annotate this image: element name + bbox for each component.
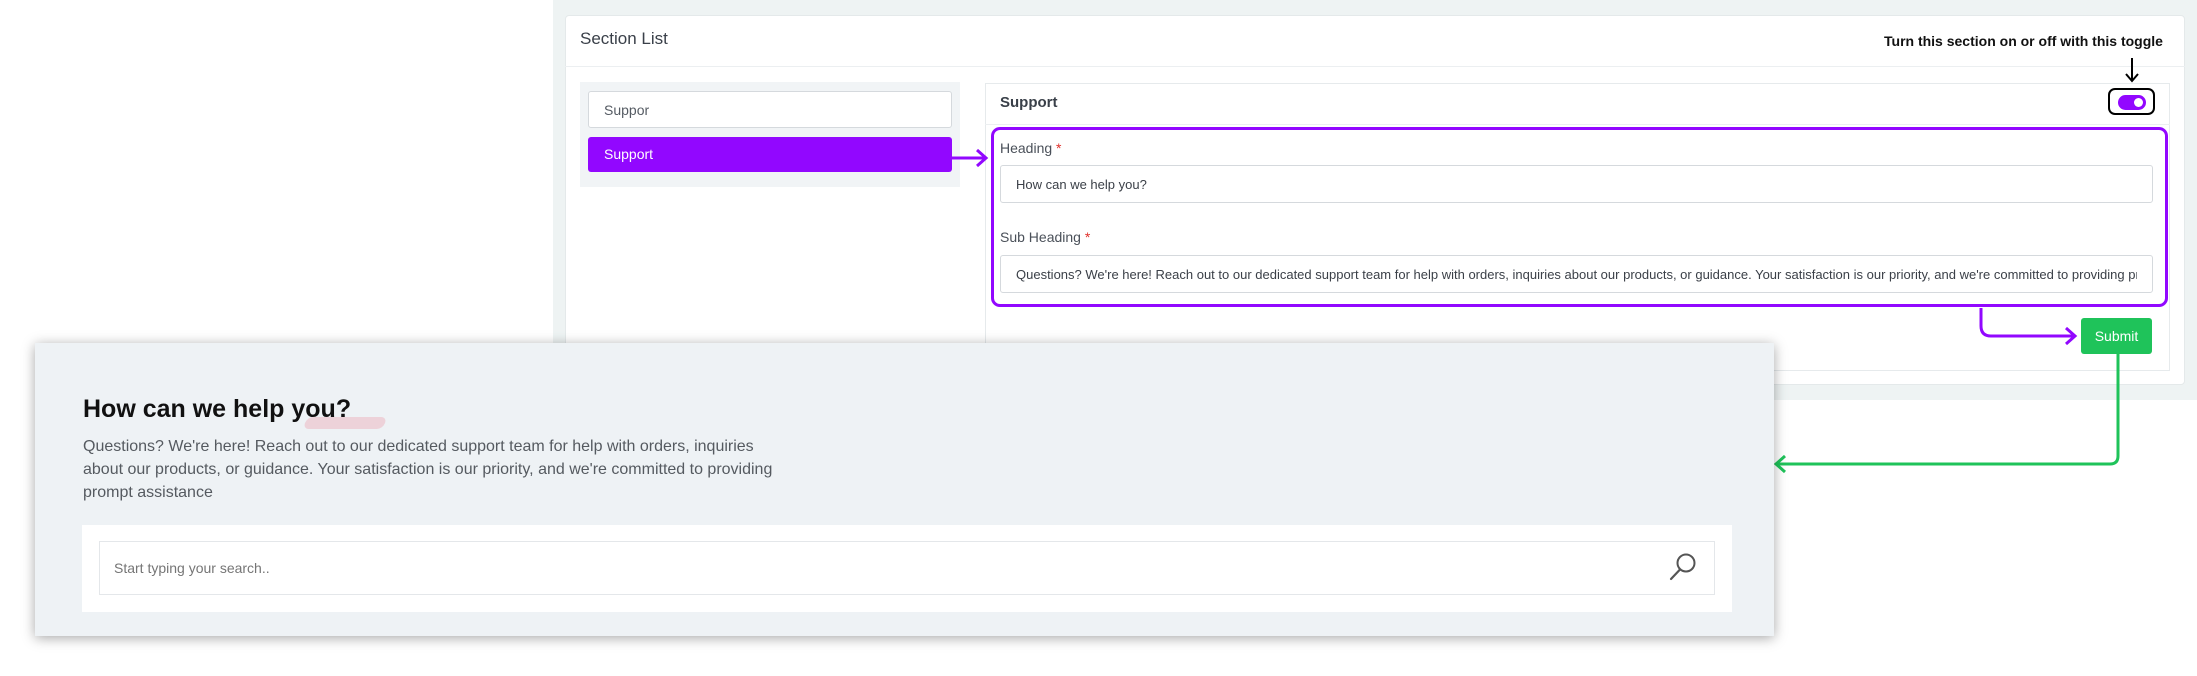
preview-search-input[interactable] xyxy=(99,541,1715,595)
support-preview-card: How can we help you? Questions? We're he… xyxy=(35,343,1774,636)
preview-heading: How can we help you? xyxy=(83,395,352,423)
submit-to-preview-arrow xyxy=(1773,354,2120,474)
list-to-form-arrow xyxy=(952,148,989,168)
toggle-pointer-arrow xyxy=(2125,58,2139,83)
search-icon[interactable] xyxy=(1667,551,1699,583)
fields-to-submit-arrow xyxy=(1979,308,2078,346)
preview-subheading: Questions? We're here! Reach out to our … xyxy=(83,438,773,501)
